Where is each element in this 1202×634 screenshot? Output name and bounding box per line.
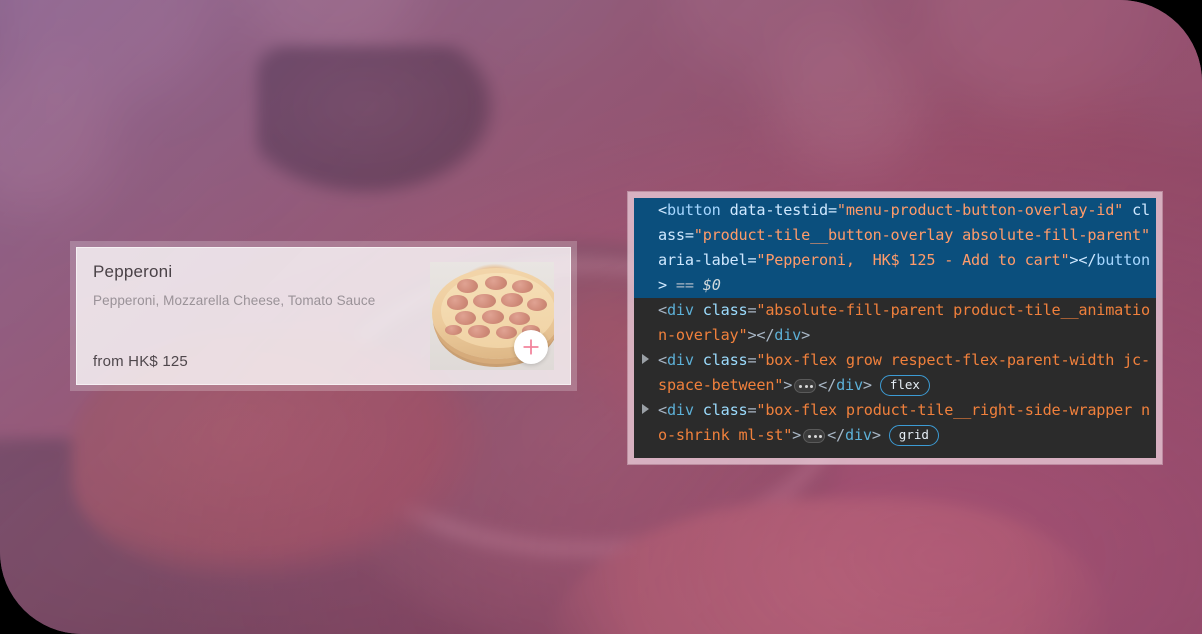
dom-token-tag: button xyxy=(666,201,721,219)
dom-token-punct: < xyxy=(658,401,667,419)
dom-token-tag: div xyxy=(774,326,802,344)
collapsed-children-ellipsis-icon[interactable] xyxy=(803,428,826,443)
product-tile-pepperoni[interactable]: Pepperoni Pepperoni, Mozzarella Cheese, … xyxy=(76,247,571,385)
product-title: Pepperoni xyxy=(93,262,173,281)
product-image-wrapper xyxy=(430,262,554,370)
dom-token-eq: == xyxy=(675,276,694,294)
dom-token-punct: > xyxy=(801,326,811,344)
app-stage: Pepperoni Pepperoni, Mozzarella Cheese, … xyxy=(0,0,1202,634)
dom-token-punct: > xyxy=(871,426,881,444)
devtools-elements-panel[interactable]: <button data-testid="menu-product-button… xyxy=(628,192,1162,464)
dom-token-space xyxy=(667,276,676,294)
dom-token-attr: data-testid xyxy=(729,201,829,219)
collapsed-children-ellipsis-icon[interactable] xyxy=(794,378,817,393)
dom-node-row[interactable]: <div class="absolute-fill-parent product… xyxy=(634,298,1156,348)
devtools-dom-tree[interactable]: <button data-testid="menu-product-button… xyxy=(634,198,1156,458)
dom-token-punct: < xyxy=(658,301,667,319)
dom-token-punct: </ xyxy=(827,426,845,444)
layout-badge-grid[interactable]: grid xyxy=(888,425,939,446)
dom-token-attr: class xyxy=(702,351,748,369)
dom-token-space xyxy=(1150,226,1156,244)
dom-token-tag: button xyxy=(1096,251,1150,269)
dom-token-punct: < xyxy=(658,351,667,369)
dom-token-dollar: $0 xyxy=(702,276,721,294)
dom-token-punct: </ xyxy=(1078,251,1097,269)
dom-token-tag: div xyxy=(666,401,694,419)
dom-token-space xyxy=(694,351,703,369)
dom-token-val: "product-tile__button-overlay absolute-f… xyxy=(693,226,1150,244)
dom-token-attr: class xyxy=(702,401,748,419)
dom-token-tag: div xyxy=(836,376,863,394)
layout-badge-flex[interactable]: flex xyxy=(879,375,930,396)
dom-token-punct: = xyxy=(684,226,694,244)
dom-token-space xyxy=(721,201,730,219)
dom-token-punct: </ xyxy=(818,376,837,394)
dom-token-punct: = xyxy=(827,201,837,219)
dom-token-punct: > xyxy=(783,376,793,394)
dom-token-attr: class xyxy=(702,301,748,319)
dom-token-space xyxy=(1123,201,1132,219)
dom-token-space xyxy=(694,276,703,294)
product-description: Pepperoni, Mozzarella Cheese, Tomato Sau… xyxy=(93,293,376,308)
dom-token-attr: aria-label xyxy=(658,251,748,269)
dom-token-tag: div xyxy=(666,351,694,369)
dom-token-punct: < xyxy=(658,201,667,219)
product-tile-text-column: Pepperoni Pepperoni, Mozzarella Cheese, … xyxy=(93,262,430,370)
product-price: from HK$ 125 xyxy=(93,353,188,370)
dom-token-val: "menu-product-button-overlay-id" xyxy=(836,201,1124,219)
expand-triangle-icon[interactable] xyxy=(642,354,649,364)
add-to-cart-button[interactable] xyxy=(514,330,548,364)
dom-token-punct: > xyxy=(792,426,802,444)
dom-token-punct: > xyxy=(658,276,667,294)
dom-token-tag: div xyxy=(666,301,694,319)
expand-triangle-icon[interactable] xyxy=(642,404,649,414)
dom-token-punct: > xyxy=(862,376,872,394)
dom-node-row[interactable]: <div class="box-flex product-tile__right… xyxy=(634,398,1156,448)
dom-token-punct: </ xyxy=(756,326,775,344)
plus-icon xyxy=(523,339,539,355)
dom-node-row[interactable]: <div class="box-flex grow respect-flex-p… xyxy=(634,348,1156,398)
dom-token-val: "Pepperoni, HK$ 125 - Add to cart" xyxy=(756,251,1070,269)
dom-token-space xyxy=(694,301,703,319)
dom-token-space xyxy=(694,401,703,419)
dom-node-row[interactable]: <button data-testid="menu-product-button… xyxy=(634,198,1156,298)
dom-token-tag: div xyxy=(845,426,872,444)
